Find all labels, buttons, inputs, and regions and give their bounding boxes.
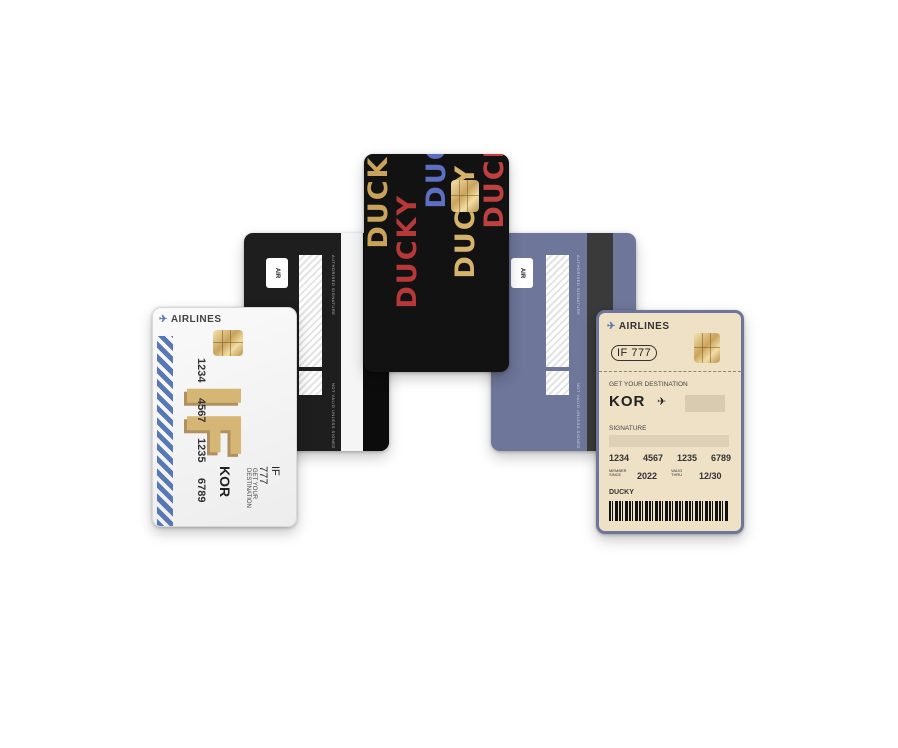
card-number-row: 1234 4567 1235 6789 xyxy=(609,453,731,463)
member-valid-row: MEMBER SINCE 2022 VALID THRU 12/30 xyxy=(609,468,722,482)
auth-signature-label: AUTHORISED SIGNATURE xyxy=(576,255,581,316)
flight-number: IF 777 xyxy=(257,466,281,485)
air-logo: AIR xyxy=(266,258,288,288)
chip xyxy=(213,330,243,356)
destination-label: GET YOUR DESTINATION xyxy=(609,381,688,388)
card-white-if: ✈ AIRLINES IF 1234 4567 1235 6789 KOR GE… xyxy=(152,307,297,527)
airlines-logo: ✈ AIRLINES xyxy=(607,321,670,332)
signature-panel xyxy=(299,255,322,367)
airlines-logo: ✈ AIRLINES xyxy=(159,314,222,325)
card-holder: DUCKY xyxy=(609,489,634,496)
chip xyxy=(694,333,720,363)
flight-badge: IF 777 xyxy=(611,345,658,361)
destination-code: KOR xyxy=(609,393,646,410)
not-valid-label: NOT VALID UNLESS SIGNED xyxy=(331,383,336,449)
card-beige-pass: ✈ AIRLINES IF 777 GET YOUR DESTINATION K… xyxy=(596,310,744,534)
card-ducky-pattern: DUCKY DUCKY DUCKY DUCKY DUCKY xyxy=(364,154,509,372)
signature-label: SIGNATURE xyxy=(609,425,647,432)
air-logo: AIR xyxy=(511,258,533,288)
signature-small-panel xyxy=(299,371,322,395)
signature-strip xyxy=(609,435,729,447)
ducky-pattern-col-2: DUCKY xyxy=(392,194,423,309)
ducky-pattern-col-3: DUCKY xyxy=(421,154,452,209)
destination-box xyxy=(685,395,725,412)
destination-code: KOR xyxy=(217,466,233,498)
plane-icon: ✈ xyxy=(657,396,667,408)
ducky-pattern-col-5: DUCKY xyxy=(479,154,509,229)
destination-label: GET YOUR DESTINATION xyxy=(245,468,257,508)
chip xyxy=(451,180,479,212)
perforation-line xyxy=(599,371,741,372)
ducky-pattern-col-1: DUCKY xyxy=(364,154,394,249)
plane-icon: ✈ xyxy=(159,314,168,325)
signature-small-panel xyxy=(546,371,569,395)
plane-icon: ✈ xyxy=(607,321,616,332)
signature-panel xyxy=(546,255,569,367)
not-valid-label: NOT VALID UNLESS SIGNED xyxy=(576,383,581,449)
white-band xyxy=(341,233,363,451)
barcode xyxy=(609,501,729,521)
auth-signature-label: AUTHORISED SIGNATURE xyxy=(331,255,336,316)
